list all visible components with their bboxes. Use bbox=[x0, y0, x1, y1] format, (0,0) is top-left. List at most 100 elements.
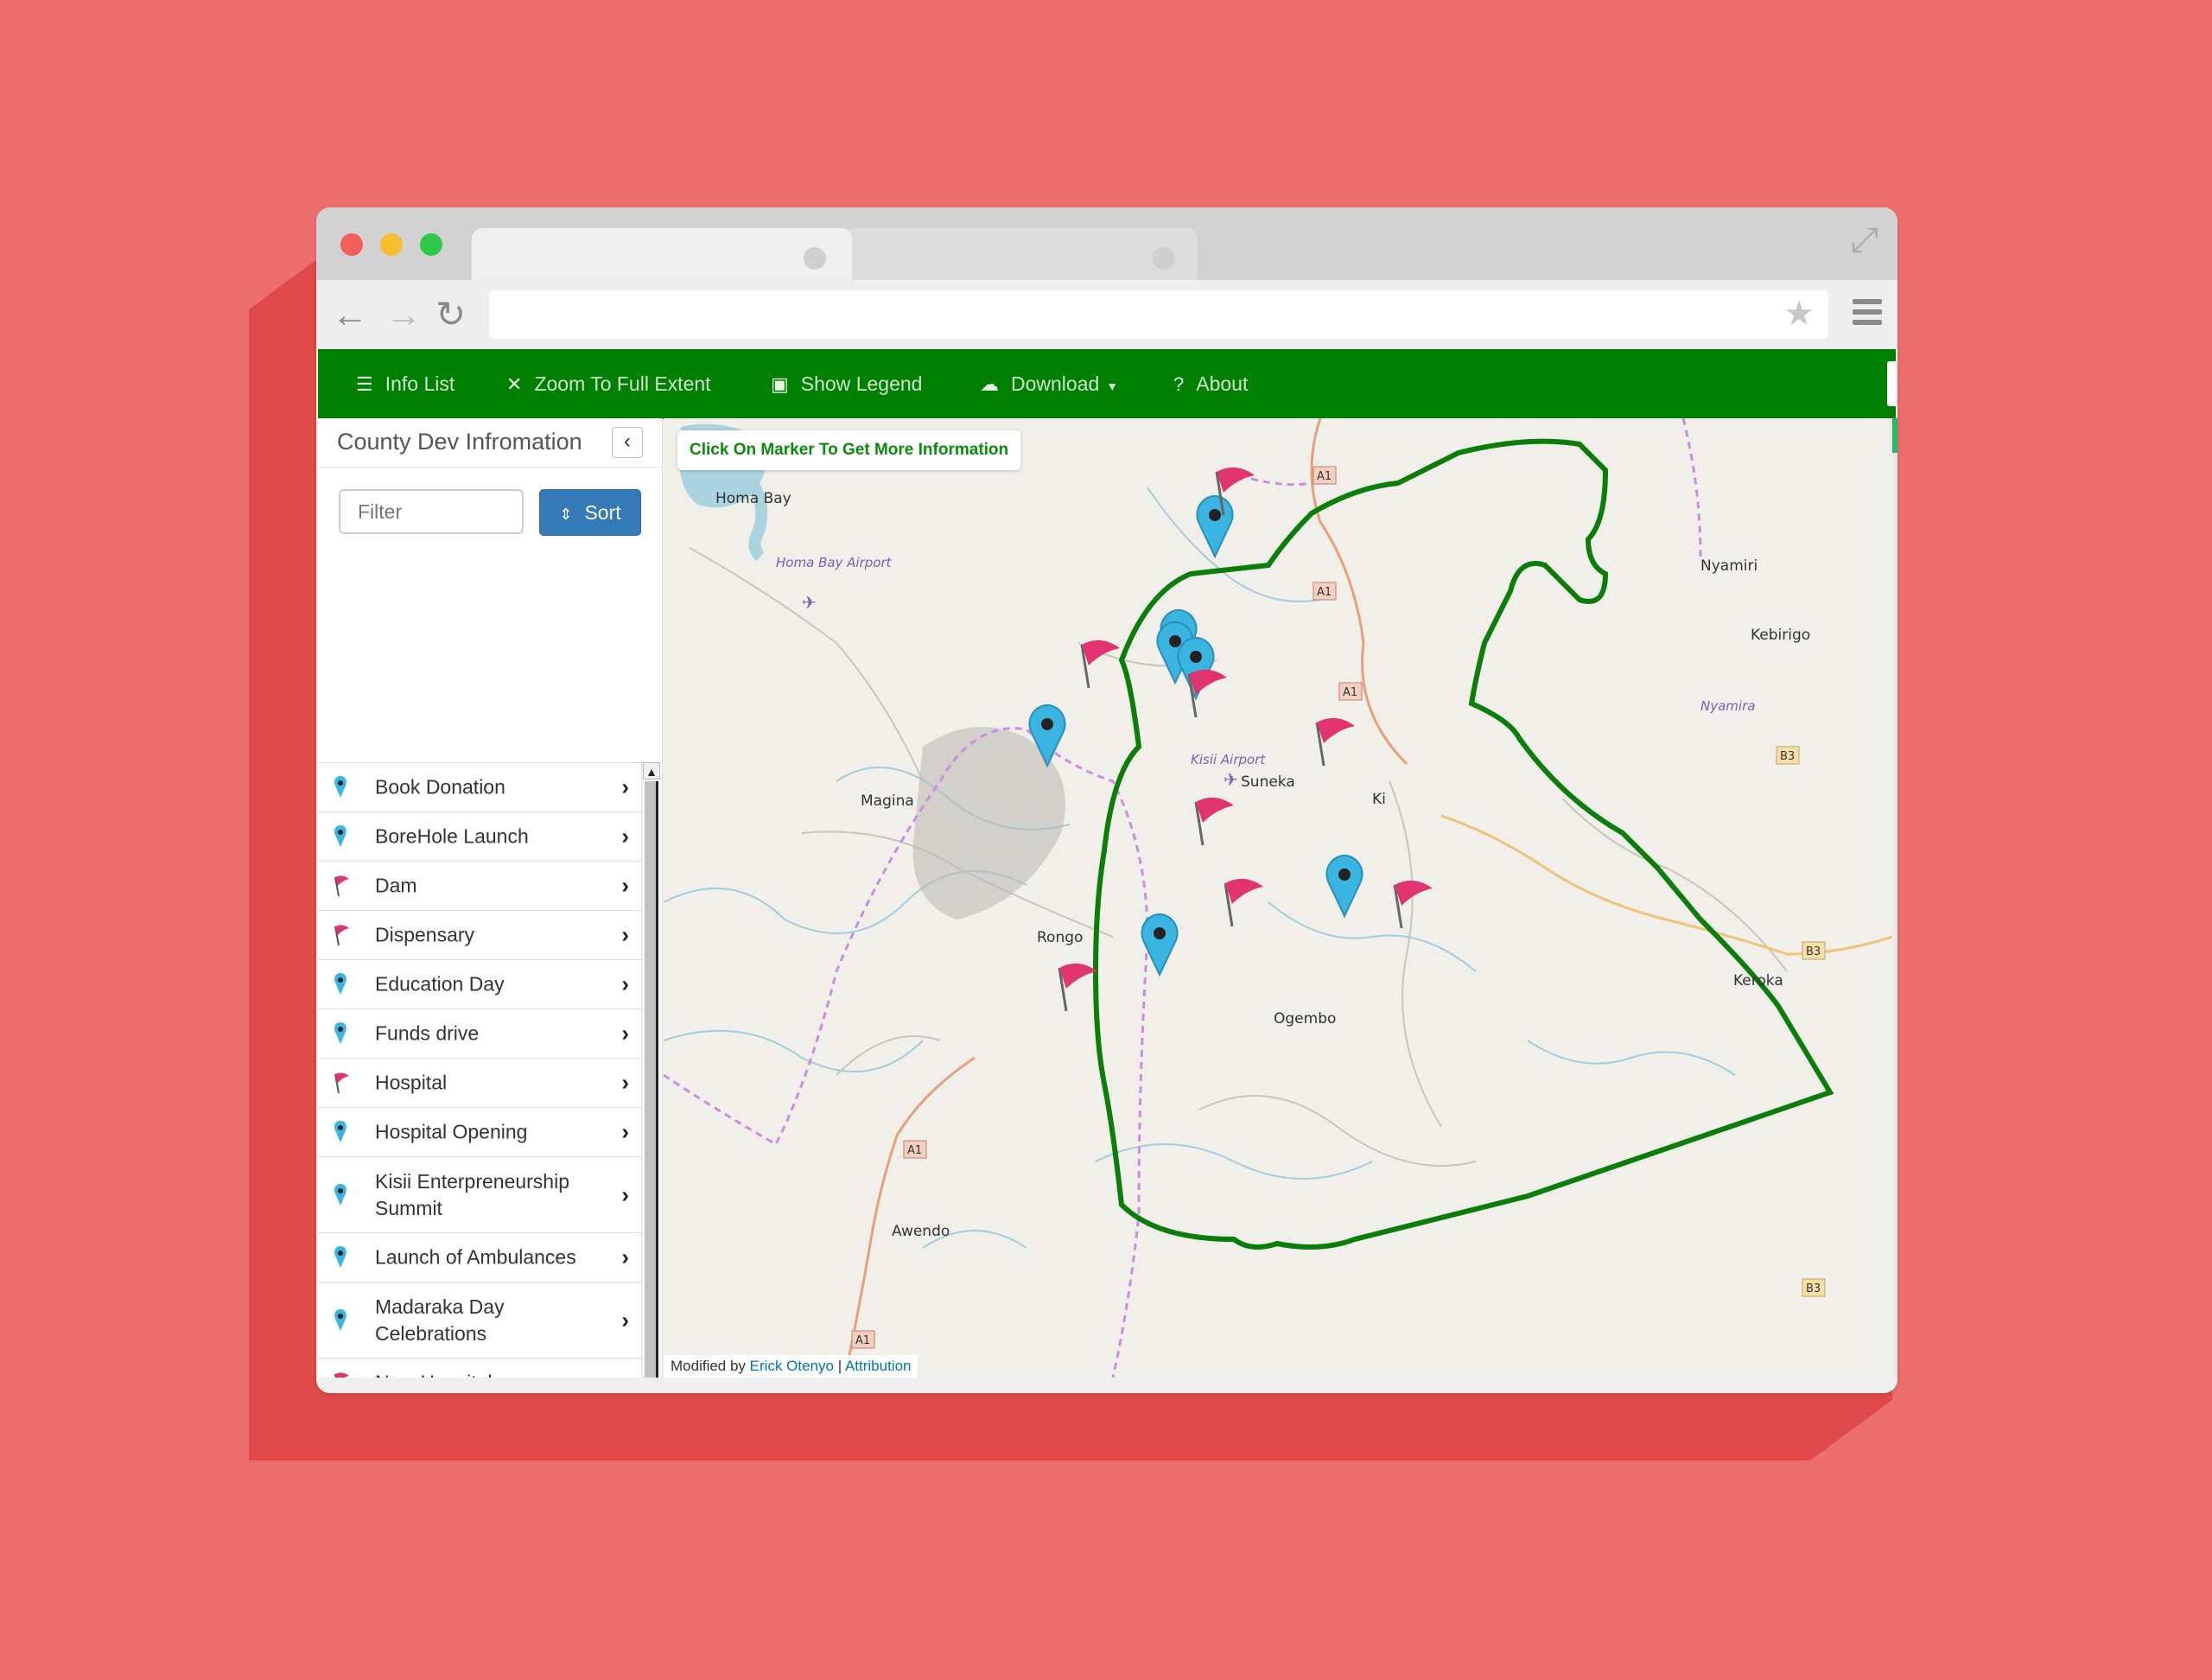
browser-tab-inactive[interactable] bbox=[843, 228, 1198, 280]
reload-icon[interactable]: ↻ bbox=[435, 290, 466, 339]
address-bar[interactable]: ★ bbox=[489, 290, 1828, 339]
pin-marker-icon bbox=[330, 1120, 351, 1144]
map-canvas[interactable]: A1 A1 A1 A1 A1 B3 B3 B3 Homa Bay Homa Ba… bbox=[664, 418, 1892, 1378]
pin-marker-icon[interactable] bbox=[1141, 913, 1179, 977]
pin-marker-icon[interactable] bbox=[1325, 854, 1363, 919]
page-scrollbar[interactable] bbox=[1892, 418, 1897, 1378]
collapse-sidebar-button[interactable]: ‹ bbox=[612, 427, 643, 458]
list-item-label: BoreHole Launch bbox=[375, 824, 529, 848]
browser-tab-active[interactable] bbox=[472, 228, 852, 280]
flag-marker-icon[interactable] bbox=[1215, 467, 1255, 516]
browser-titlebar: ⤢ bbox=[316, 207, 1897, 280]
list-item[interactable]: Book Donation › bbox=[318, 762, 641, 811]
place-label: Ki bbox=[1372, 791, 1386, 808]
expand-icon: ✕ bbox=[506, 373, 523, 395]
attribution-link[interactable]: Attribution bbox=[845, 1358, 912, 1374]
page-scrollbar-thumb[interactable] bbox=[1892, 418, 1897, 453]
chevron-right-icon: › bbox=[621, 1181, 629, 1207]
chevron-right-icon: › bbox=[621, 823, 629, 850]
svg-text:A1: A1 bbox=[1343, 686, 1357, 699]
place-label: Suneka bbox=[1241, 773, 1295, 791]
list-item[interactable]: Madaraka Day Celebrations › bbox=[318, 1282, 641, 1358]
pin-marker-icon bbox=[330, 775, 351, 799]
list-item[interactable]: Hospital Opening › bbox=[318, 1107, 641, 1156]
svg-text:A1: A1 bbox=[907, 1144, 922, 1157]
pin-marker-icon bbox=[330, 1245, 351, 1270]
nav-zoom-full-extent[interactable]: ✕ Zoom To Full Extent bbox=[506, 349, 711, 418]
nav-download-dropdown[interactable]: ☁ Download ▼ bbox=[980, 349, 1118, 418]
sidebar-header: County Dev Infromation ‹ bbox=[318, 418, 662, 468]
list-item[interactable]: Dispensary › bbox=[318, 910, 641, 959]
picture-icon: ▣ bbox=[771, 373, 789, 395]
list-scrollbar[interactable]: ▲ ▼ bbox=[641, 762, 661, 1393]
scroll-up-arrow-icon[interactable]: ▲ bbox=[643, 762, 660, 780]
tab-close-icon[interactable] bbox=[1153, 247, 1175, 270]
tab-close-icon[interactable] bbox=[804, 247, 826, 270]
pin-marker-icon bbox=[330, 1183, 351, 1207]
filter-input[interactable] bbox=[339, 489, 524, 534]
airport-icon: ✈ bbox=[1224, 771, 1238, 790]
list-item-label: Kisii Enterpreneurship Summit bbox=[375, 1169, 570, 1219]
chevron-left-icon: ‹ bbox=[624, 430, 631, 453]
flag-marker-icon[interactable] bbox=[1393, 880, 1433, 929]
svg-text:B3: B3 bbox=[1806, 1282, 1821, 1295]
maximize-window-button[interactable] bbox=[420, 233, 442, 256]
sort-icon: ⇕ bbox=[559, 506, 573, 523]
pin-marker-icon[interactable] bbox=[1196, 494, 1234, 559]
list-item[interactable]: BoreHole Launch › bbox=[318, 811, 641, 861]
list-item[interactable]: Kisii Enterpreneurship Summit › bbox=[318, 1156, 641, 1232]
pin-marker-icon bbox=[330, 824, 351, 849]
sidebar-title: County Dev Infromation bbox=[337, 429, 582, 455]
list-item[interactable]: Funds drive › bbox=[318, 1009, 641, 1058]
flag-marker-icon[interactable] bbox=[1194, 797, 1234, 846]
minimize-window-button[interactable] bbox=[380, 233, 403, 256]
flag-marker-icon bbox=[330, 874, 351, 898]
place-label: Homa Bay Airport bbox=[776, 555, 893, 570]
list-item-label: Funds drive bbox=[375, 1021, 480, 1045]
browser-menu-icon[interactable] bbox=[1853, 299, 1882, 330]
map-attribution: Modified by Erick Otenyo | Attribution bbox=[664, 1355, 918, 1378]
flag-marker-icon[interactable] bbox=[1315, 717, 1355, 767]
list-item[interactable]: Dam › bbox=[318, 861, 641, 910]
nav-about[interactable]: ? About bbox=[1173, 349, 1248, 418]
author-link[interactable]: Erick Otenyo bbox=[750, 1358, 834, 1374]
chevron-right-icon: › bbox=[621, 1307, 629, 1333]
list-item-label: Launch of Ambulances bbox=[375, 1245, 576, 1269]
list-item[interactable]: Hospital › bbox=[318, 1058, 641, 1107]
forward-arrow-icon[interactable]: → bbox=[385, 290, 422, 339]
list-item-label: Hospital bbox=[375, 1071, 448, 1094]
flag-marker-icon bbox=[330, 1071, 351, 1095]
fullscreen-icon[interactable]: ⤢ bbox=[1851, 221, 1878, 260]
svg-text:A1: A1 bbox=[1317, 470, 1332, 483]
flag-marker-icon[interactable] bbox=[1058, 963, 1097, 1012]
list-icon: ☰ bbox=[356, 373, 373, 395]
list-item-label: Education Day bbox=[375, 972, 505, 996]
scrollbar-thumb[interactable] bbox=[645, 781, 658, 1393]
list-item-label: Dam bbox=[375, 874, 417, 897]
flag-marker-icon[interactable] bbox=[1080, 640, 1120, 689]
road-shields: A1 A1 A1 A1 A1 B3 B3 B3 bbox=[851, 466, 1826, 1349]
nav-info-list[interactable]: ☰ Info List bbox=[356, 349, 454, 418]
list-item[interactable]: Launch of Ambulances › bbox=[318, 1232, 641, 1282]
svg-text:B3: B3 bbox=[1806, 945, 1821, 958]
close-window-button[interactable] bbox=[340, 233, 363, 256]
sort-button[interactable]: ⇕ Sort bbox=[539, 489, 641, 536]
place-label: Awendo bbox=[892, 1223, 950, 1240]
pin-marker-icon bbox=[330, 1021, 351, 1046]
chevron-right-icon: › bbox=[621, 921, 629, 948]
place-label: Rongo bbox=[1037, 929, 1083, 946]
question-circle-icon: ? bbox=[1173, 373, 1185, 395]
chevron-right-icon: › bbox=[621, 773, 629, 800]
bookmark-star-icon[interactable]: ★ bbox=[1783, 294, 1815, 334]
list-item[interactable]: Education Day › bbox=[318, 959, 641, 1009]
svg-text:B3: B3 bbox=[1780, 750, 1795, 763]
flag-marker-icon bbox=[330, 923, 351, 947]
map-view[interactable]: A1 A1 A1 A1 A1 B3 B3 B3 Homa Bay Homa Ba… bbox=[664, 418, 1892, 1378]
flag-marker-icon[interactable] bbox=[1224, 878, 1263, 927]
nav-show-legend[interactable]: ▣ Show Legend bbox=[771, 349, 922, 418]
chevron-right-icon: › bbox=[621, 872, 629, 899]
list-item-label: Madaraka Day Celebrations bbox=[375, 1295, 505, 1345]
back-arrow-icon[interactable]: ← bbox=[332, 290, 368, 339]
pin-marker-icon bbox=[330, 972, 351, 996]
place-label: Keroka bbox=[1733, 972, 1783, 990]
